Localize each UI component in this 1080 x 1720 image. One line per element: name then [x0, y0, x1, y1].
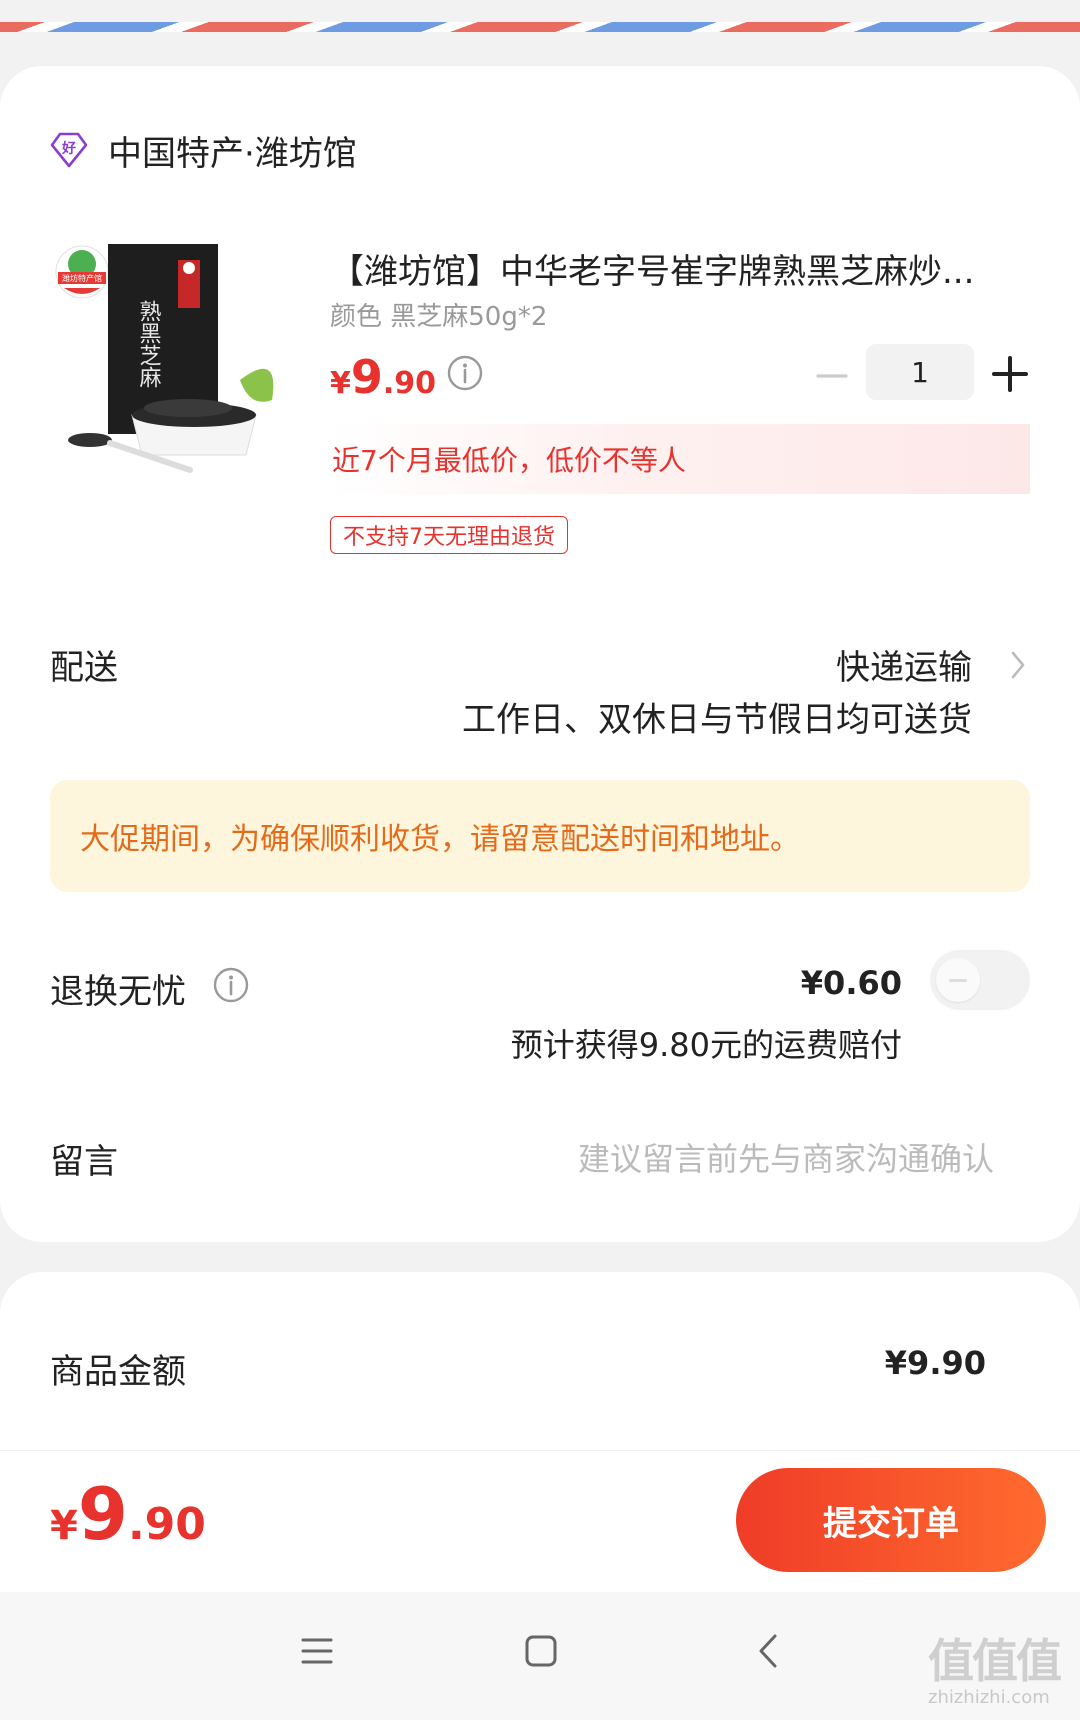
product-image-label: 熟黑芝麻 — [136, 300, 162, 388]
back-icon[interactable] — [756, 1632, 780, 1670]
decrease-quantity-button[interactable] — [812, 356, 852, 396]
svg-text:好: 好 — [61, 140, 76, 157]
product-spec[interactable]: 颜色 黑芝麻50g*2 — [330, 296, 547, 333]
top-spacer — [0, 0, 1080, 22]
toggle-knob — [936, 958, 980, 1002]
submit-order-button[interactable]: 提交订单 — [736, 1468, 1046, 1572]
diamond-hao-icon: 好 — [50, 132, 88, 168]
product-title[interactable]: 【潍坊馆】中华老字号崔字牌熟黑芝麻炒... — [330, 244, 1010, 293]
goods-amount-value: ¥9.90 — [884, 1344, 986, 1382]
lowest-price-banner: 近7个月最低价，低价不等人 — [330, 424, 1030, 494]
total-decimal: .90 — [127, 1499, 206, 1550]
watermark-url: zhizhizhi.com — [928, 1687, 1050, 1708]
total-integer: 9 — [77, 1472, 128, 1556]
total-price: ¥ 9 .90 — [50, 1472, 206, 1556]
message-label: 留言 — [50, 1142, 118, 1182]
chevron-right-icon[interactable] — [1008, 648, 1028, 682]
site-watermark: 值值值 zhizhizhi.com — [928, 1636, 1072, 1720]
shop-name: 中国特产·潍坊馆 — [108, 133, 357, 174]
no-return-tag: 不支持7天无理由退货 — [330, 516, 568, 554]
message-input[interactable]: 建议留言前先与商家沟通确认 — [578, 1134, 994, 1180]
product-image-brand: 潍坊特产馆 — [62, 273, 102, 283]
goods-amount-label: 商品金额 — [50, 1352, 186, 1392]
increase-quantity-button[interactable] — [988, 352, 1032, 396]
delivery-note: 工作日、双休日与节假日均可送货 — [462, 700, 972, 740]
price-currency: ¥ — [330, 366, 351, 401]
delivery-label: 配送 — [50, 648, 118, 688]
price-integer: 9 — [350, 350, 383, 404]
product-image[interactable]: 潍坊特产馆 熟黑芝麻 — [50, 240, 310, 490]
product-price: ¥ 9 .90 — [330, 350, 436, 404]
quantity-field[interactable]: 1 — [866, 344, 974, 400]
price-info-icon[interactable] — [446, 354, 484, 392]
watermark-logo: 值值值 — [928, 1634, 1062, 1688]
total-currency: ¥ — [50, 1503, 78, 1549]
shop-header[interactable]: 好 中国特产·潍坊馆 — [50, 112, 357, 188]
return-service-label: 退换无忧 — [50, 972, 186, 1012]
return-info-icon[interactable] — [212, 966, 250, 1004]
promo-notice: 大促期间，为确保顺利收货，请留意配送时间和地址。 — [50, 780, 1030, 892]
price-decimal: .90 — [382, 366, 437, 401]
menu-icon[interactable] — [300, 1636, 334, 1666]
delivery-method[interactable]: 快递运输 — [836, 640, 972, 689]
return-service-toggle[interactable] — [930, 950, 1030, 1010]
return-service-price: ¥0.60 — [800, 964, 902, 1002]
return-service-note: 预计获得9.80元的运费赔付 — [510, 1026, 902, 1064]
quantity-value: 1 — [911, 355, 929, 389]
home-icon[interactable] — [524, 1634, 558, 1668]
